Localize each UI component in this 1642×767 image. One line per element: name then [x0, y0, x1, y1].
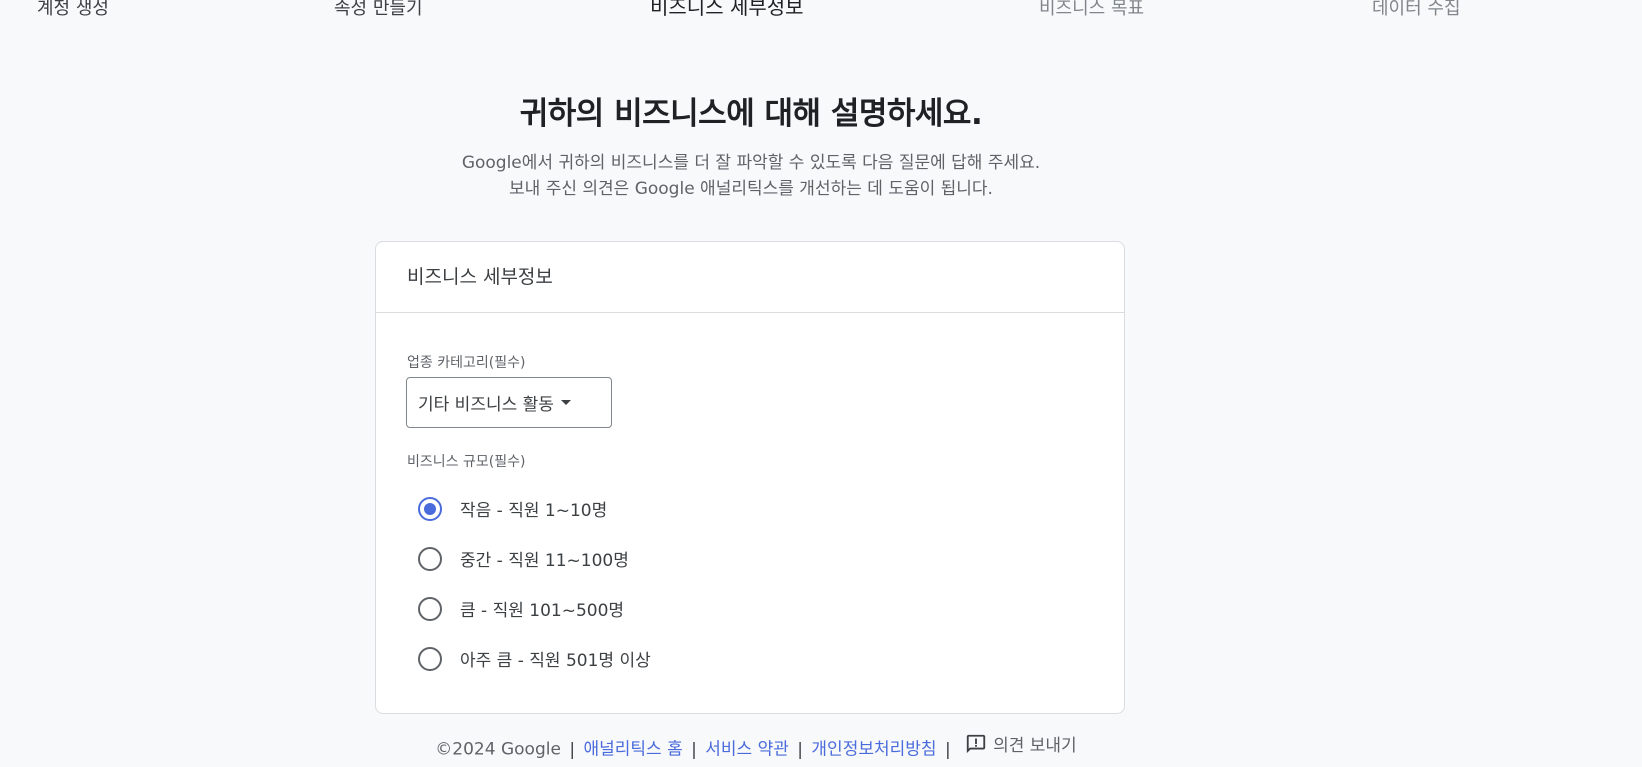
subtitle-line-1: Google에서 귀하의 비즈니스를 더 잘 파악할 수 있도록 다음 질문에 …: [461, 153, 1041, 173]
industry-category-value: 기타 비즈니스 활동: [418, 395, 554, 415]
size-option-very-large[interactable]: 아주 큼 - 직원 501명 이상: [418, 646, 651, 671]
step-business-objectives: 비즈니스 목표: [1039, 0, 1145, 19]
privacy-policy-link[interactable]: 개인정보처리방침: [811, 740, 936, 760]
radio-button[interactable]: [418, 596, 442, 621]
size-option-medium[interactable]: 중간 - 직원 11~100명: [418, 546, 629, 571]
size-option-label: 중간 - 직원 11~100명: [460, 551, 629, 571]
size-option-large[interactable]: 큼 - 직원 101~500명: [418, 596, 624, 621]
send-feedback-button[interactable]: 의견 보내기: [965, 731, 1077, 756]
step-create-property[interactable]: 속성 만들기: [334, 0, 423, 21]
footer-separator: |: [569, 739, 576, 760]
copyright-text: ©2024 Google: [435, 739, 561, 760]
size-option-label: 큼 - 직원 101~500명: [460, 601, 625, 621]
card-title: 비즈니스 세부정보: [376, 242, 1124, 313]
analytics-home-link[interactable]: 애널리틱스 홈: [583, 740, 682, 760]
radio-button[interactable]: [418, 646, 442, 671]
radio-button-selected[interactable]: [418, 496, 442, 521]
industry-category-select[interactable]: 기타 비즈니스 활동: [406, 377, 612, 428]
feedback-icon: [966, 734, 986, 753]
size-option-small[interactable]: 작음 - 직원 1~10명: [418, 496, 607, 521]
footer-separator: |: [944, 739, 951, 760]
footer-separator: |: [797, 739, 804, 760]
step-create-account[interactable]: 계정 생성: [37, 0, 109, 21]
page-subtitle: Google에서 귀하의 비즈니스를 더 잘 파악할 수 있도록 다음 질문에 …: [0, 150, 1502, 202]
business-size-label: 비즈니스 규모(필수): [407, 454, 526, 470]
business-details-card: 비즈니스 세부정보 업종 카테고리(필수) 기타 비즈니스 활동 비즈니스 규모…: [375, 241, 1125, 714]
size-option-label: 작음 - 직원 1~10명: [460, 501, 608, 521]
size-option-label: 아주 큼 - 직원 501명 이상: [460, 651, 651, 671]
footer-separator: |: [691, 739, 697, 760]
step-business-details[interactable]: 비즈니스 세부정보: [650, 0, 804, 19]
page-title: 귀하의 비즈니스에 대해 설명하세요.: [519, 96, 983, 132]
send-feedback-label: 의견 보내기: [993, 736, 1077, 756]
radio-button[interactable]: [418, 546, 442, 571]
page-footer: ©2024 Google | 애널리틱스 홈 | 서비스 약관 | 개인정보처리…: [0, 731, 1512, 760]
step-data-collection: 데이터 수집: [1372, 0, 1461, 19]
industry-category-label: 업종 카테고리(필수): [407, 355, 526, 371]
subtitle-line-2: 보내 주신 의견은 Google 애널리틱스를 개선하는 데 도움이 됩니다.: [509, 179, 993, 199]
terms-of-service-link[interactable]: 서비스 약관: [705, 740, 789, 760]
dropdown-caret-icon: [560, 400, 571, 405]
setup-stepper: 계정 생성 속성 만들기 비즈니스 세부정보 비즈니스 목표 데이터 수집: [0, 0, 1642, 24]
